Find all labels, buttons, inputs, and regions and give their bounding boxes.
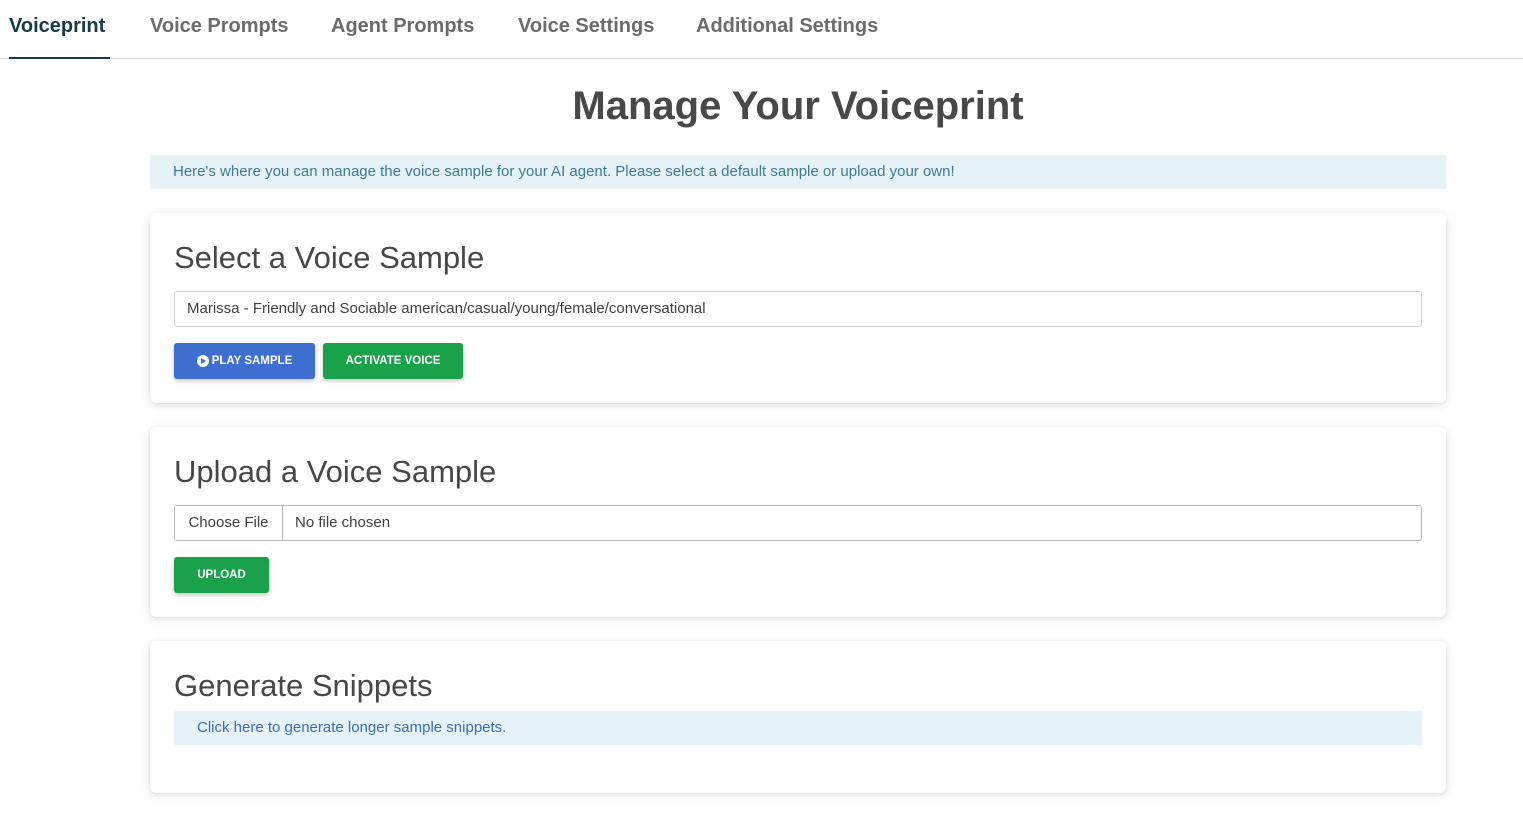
activate-voice-button[interactable]: Activate Voice	[323, 343, 463, 379]
select-voice-title: Select a Voice Sample	[174, 240, 485, 275]
settings-tabs: Voiceprint Voice Prompts Agent Prompts V…	[0, 0, 1523, 59]
page-title: Manage Your Voiceprint	[572, 84, 1024, 128]
play-sample-label: Play Sample	[211, 355, 293, 367]
tab-voice-prompts[interactable]: Voice Prompts	[150, 0, 289, 59]
info-message: Here's where you can manage the voice sa…	[150, 155, 1446, 189]
generate-snippets-title: Generate Snippets	[174, 668, 433, 703]
generate-snippets-link[interactable]: Click here to generate longer sample sni…	[174, 711, 1422, 745]
generate-snippets-card: Generate Snippets Click here to generate…	[150, 641, 1446, 793]
choose-file-button[interactable]: Choose File	[175, 506, 283, 540]
play-sample-button[interactable]: Play Sample	[174, 343, 315, 379]
voice-select[interactable]: Marissa - Friendly and Sociable american…	[174, 291, 1422, 327]
upload-voice-title: Upload a Voice Sample	[174, 454, 497, 489]
select-voice-card: Select a Voice Sample Marissa - Friendly…	[150, 213, 1446, 403]
tab-voiceprint[interactable]: Voiceprint	[9, 0, 110, 59]
upload-voice-card: Upload a Voice Sample Choose File No fil…	[150, 427, 1446, 617]
file-input[interactable]: Choose File No file chosen	[174, 505, 1422, 541]
tab-agent-prompts[interactable]: Agent Prompts	[331, 0, 474, 59]
upload-button[interactable]: Upload	[174, 557, 269, 593]
tab-voice-settings[interactable]: Voice Settings	[518, 0, 654, 59]
tab-additional-settings[interactable]: Additional Settings	[696, 0, 878, 59]
file-status: No file chosen	[295, 514, 391, 531]
play-circle-icon	[196, 355, 209, 367]
